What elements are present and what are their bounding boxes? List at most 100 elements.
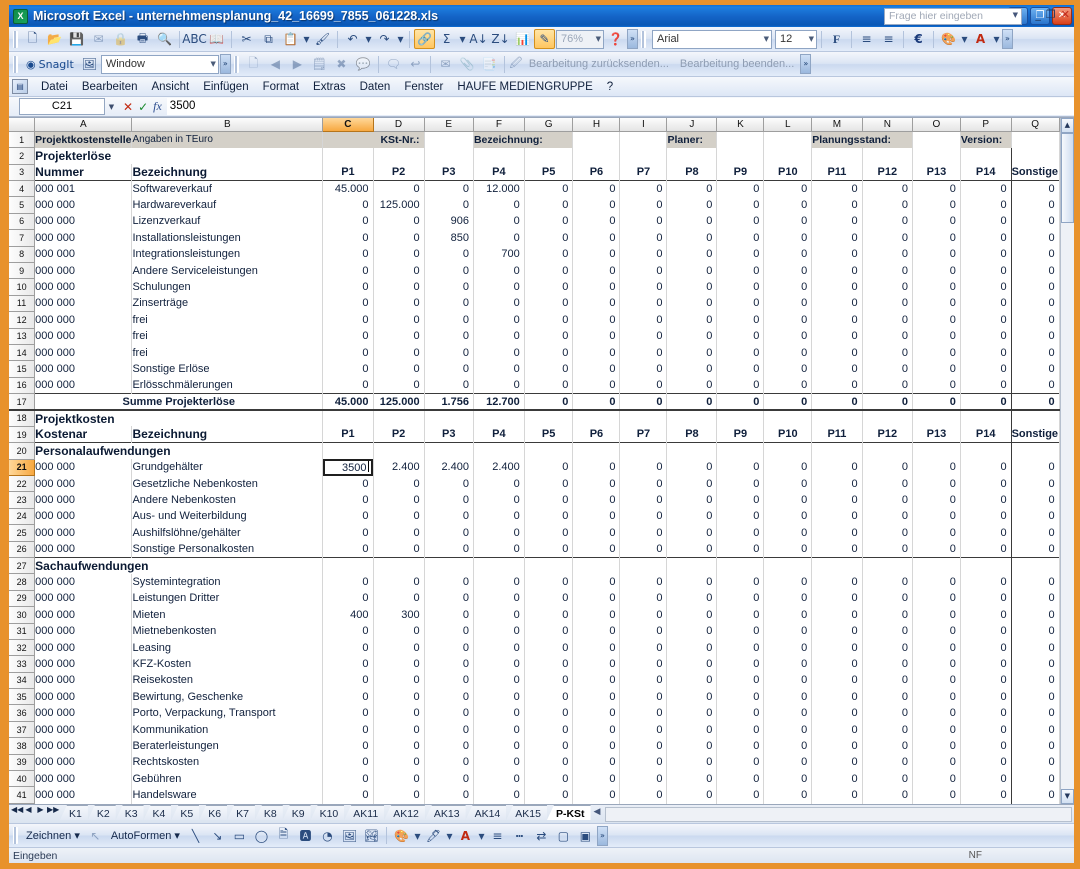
cell-value[interactable]: 0 <box>322 655 374 673</box>
account-number[interactable]: 000 000 <box>34 475 133 492</box>
wordart-icon[interactable]: 🅰 <box>295 826 316 846</box>
cell-value[interactable]: 0 <box>1011 295 1060 312</box>
cell-value[interactable]: 0 <box>572 524 621 542</box>
cell-value[interactable] <box>619 442 668 460</box>
cell-value[interactable]: 0 <box>473 786 525 804</box>
vertical-scrollbar[interactable]: ▲ ▼ <box>1059 118 1074 804</box>
cell-value[interactable]: 0 <box>373 786 425 804</box>
cell-value[interactable] <box>322 442 374 460</box>
cell-value[interactable]: 0 <box>619 196 668 214</box>
cell-value[interactable]: 0 <box>811 770 863 787</box>
cell-value[interactable]: 0 <box>666 360 718 378</box>
cell-value[interactable]: 0 <box>473 213 525 230</box>
snagit-capture-button[interactable]: ◉ SnagIt <box>22 54 78 74</box>
column-header-c[interactable]: C <box>322 118 374 132</box>
account-name[interactable]: Kommunikation <box>131 721 324 738</box>
cell-value[interactable]: 0 <box>716 295 765 312</box>
row-header-35[interactable]: 35 <box>9 688 36 706</box>
cell-value[interactable]: 0 <box>1011 459 1060 476</box>
account-number[interactable]: 000 000 <box>34 754 133 771</box>
cell-value[interactable]: 0 <box>960 541 1012 558</box>
font-size-combo[interactable]: 12 ▼ <box>775 29 817 49</box>
cell-value[interactable]: 0 <box>424 754 474 771</box>
cancel-formula-icon[interactable]: ✕ <box>123 100 133 114</box>
cell-value[interactable]: 0 <box>572 508 621 525</box>
cell-value[interactable]: 0 <box>811 377 863 394</box>
cell-value[interactable]: 0 <box>912 770 961 787</box>
row-header-36[interactable]: 36 <box>9 704 36 722</box>
rectangle-icon[interactable]: ▭ <box>229 826 250 846</box>
cell-value[interactable]: 0 <box>524 639 574 656</box>
cell-value[interactable]: 0 <box>763 393 813 410</box>
cell-value[interactable] <box>619 409 668 427</box>
row-header-4[interactable]: 4 <box>9 180 36 198</box>
cell-value[interactable] <box>524 147 574 165</box>
shadow-style-icon[interactable]: ▢ <box>553 826 574 846</box>
cell-value[interactable]: 0 <box>473 344 525 361</box>
cell-value[interactable]: 0 <box>572 360 621 378</box>
cell-value[interactable]: 0 <box>1011 229 1060 247</box>
cell-value[interactable]: 0 <box>716 475 765 492</box>
cell-value[interactable]: 0 <box>424 246 474 263</box>
tab-split-handle[interactable]: ◀ <box>591 805 604 817</box>
cell-value[interactable]: 0 <box>862 639 914 656</box>
cell-value[interactable]: 0 <box>763 246 813 263</box>
cell-value[interactable]: 0 <box>619 770 668 787</box>
cell-value[interactable]: 0 <box>912 672 961 689</box>
cell-value[interactable]: 0 <box>716 590 765 607</box>
cell-value[interactable]: 0 <box>862 672 914 689</box>
cell-value[interactable]: 0 <box>1011 704 1060 722</box>
account-number[interactable]: 000 000 <box>34 623 133 640</box>
row-header-5[interactable]: 5 <box>9 196 36 214</box>
cell-value[interactable] <box>716 442 765 460</box>
cell-value[interactable]: 0 <box>524 278 574 296</box>
cell-value[interactable] <box>572 409 621 427</box>
cell-value[interactable]: 0 <box>1011 393 1060 410</box>
autosum-icon[interactable]: Σ <box>436 29 457 49</box>
account-number[interactable]: 000 000 <box>34 672 133 689</box>
cell-value[interactable]: 0 <box>763 328 813 345</box>
cell-value[interactable] <box>763 557 813 574</box>
cell-value[interactable]: 0 <box>960 508 1012 525</box>
send-back-for-review-label[interactable]: Bearbeitung zurücksenden... <box>524 58 674 70</box>
toolbar-overflow-button[interactable]: » <box>1002 29 1013 49</box>
cell-value[interactable]: 0 <box>912 508 961 525</box>
cell-value[interactable]: 0 <box>424 377 474 394</box>
cell-value[interactable]: 0 <box>1011 639 1060 656</box>
cell-value[interactable]: 0 <box>716 704 765 722</box>
cell-value[interactable]: 0 <box>862 655 914 673</box>
scroll-up-button[interactable]: ▲ <box>1060 118 1074 133</box>
column-header-f[interactable]: F <box>473 118 525 132</box>
cell-value[interactable]: 0 <box>619 541 668 558</box>
cell-value[interactable] <box>322 557 374 574</box>
cell-value[interactable]: 0 <box>862 508 914 525</box>
cell-value[interactable]: 0 <box>763 360 813 378</box>
toolbar-overflow-button[interactable]: » <box>219 54 231 74</box>
account-name[interactable]: Grundgehälter <box>131 459 324 476</box>
copy-icon[interactable]: ⧉ <box>258 29 279 49</box>
cell-value[interactable]: 0 <box>572 590 621 607</box>
cell-value[interactable] <box>862 409 914 427</box>
cell-value[interactable] <box>1011 442 1060 460</box>
cell-value[interactable]: 0 <box>716 213 765 230</box>
cell-value[interactable]: 0 <box>811 213 863 230</box>
cell-value[interactable]: 0 <box>619 623 668 640</box>
cell-value[interactable]: 0 <box>862 344 914 361</box>
spellcheck-icon[interactable]: ABC <box>182 29 207 49</box>
cell-value[interactable]: 0 <box>912 590 961 607</box>
account-number[interactable]: 000 000 <box>34 721 133 738</box>
cell-value[interactable] <box>960 147 1012 165</box>
column-header-b[interactable]: B <box>131 118 324 132</box>
cell-value[interactable]: 0 <box>572 672 621 689</box>
font-color-dropdown-icon[interactable]: ▾ <box>992 29 1001 49</box>
cell-value[interactable]: 0 <box>473 491 525 509</box>
cell-value[interactable]: 0 <box>716 360 765 378</box>
cell-value[interactable]: 0 <box>524 196 574 214</box>
toolbar-overflow-button[interactable]: » <box>800 54 812 74</box>
account-name[interactable]: Rechtskosten <box>131 754 324 771</box>
cell-value[interactable]: 0 <box>716 196 765 214</box>
cell-value[interactable]: 0 <box>373 475 425 492</box>
cell-value[interactable]: 0 <box>322 377 374 394</box>
cell-value[interactable]: 300 <box>373 606 425 624</box>
font-color-button[interactable]: A <box>970 29 991 49</box>
